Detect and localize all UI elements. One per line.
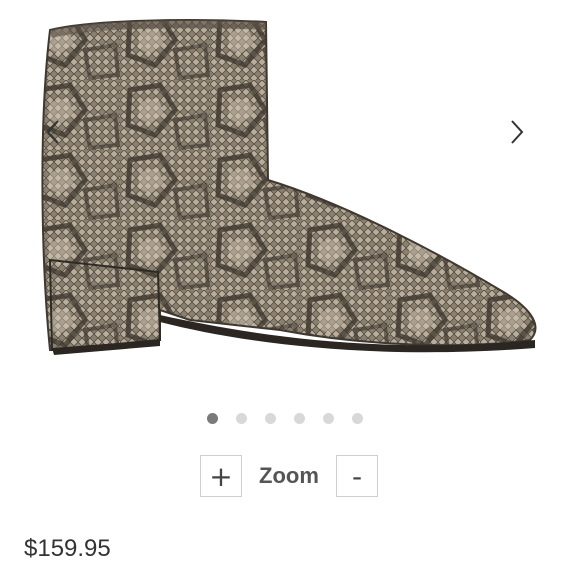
zoom-out-button[interactable]: - xyxy=(336,455,378,497)
zoom-label: Zoom xyxy=(259,463,319,488)
product-price: $159.95 xyxy=(24,535,111,562)
zoom-controls: + Zoom - xyxy=(200,455,378,497)
next-image-button[interactable] xyxy=(502,112,532,152)
previous-image-button[interactable] xyxy=(38,112,68,152)
product-image-gallery xyxy=(0,0,579,400)
pagination-dot-2[interactable] xyxy=(235,413,247,424)
pagination-dot-3[interactable] xyxy=(264,413,276,424)
image-pagination-dots xyxy=(0,413,574,424)
chevron-left-icon xyxy=(46,120,59,144)
pagination-dot-6[interactable] xyxy=(351,413,363,424)
zoom-in-button[interactable]: + xyxy=(200,455,242,497)
chevron-right-icon xyxy=(511,120,524,144)
pagination-dot-1[interactable] xyxy=(206,413,218,424)
pagination-dot-4[interactable] xyxy=(293,413,305,424)
pagination-dot-5[interactable] xyxy=(322,413,334,424)
product-image xyxy=(41,19,537,355)
